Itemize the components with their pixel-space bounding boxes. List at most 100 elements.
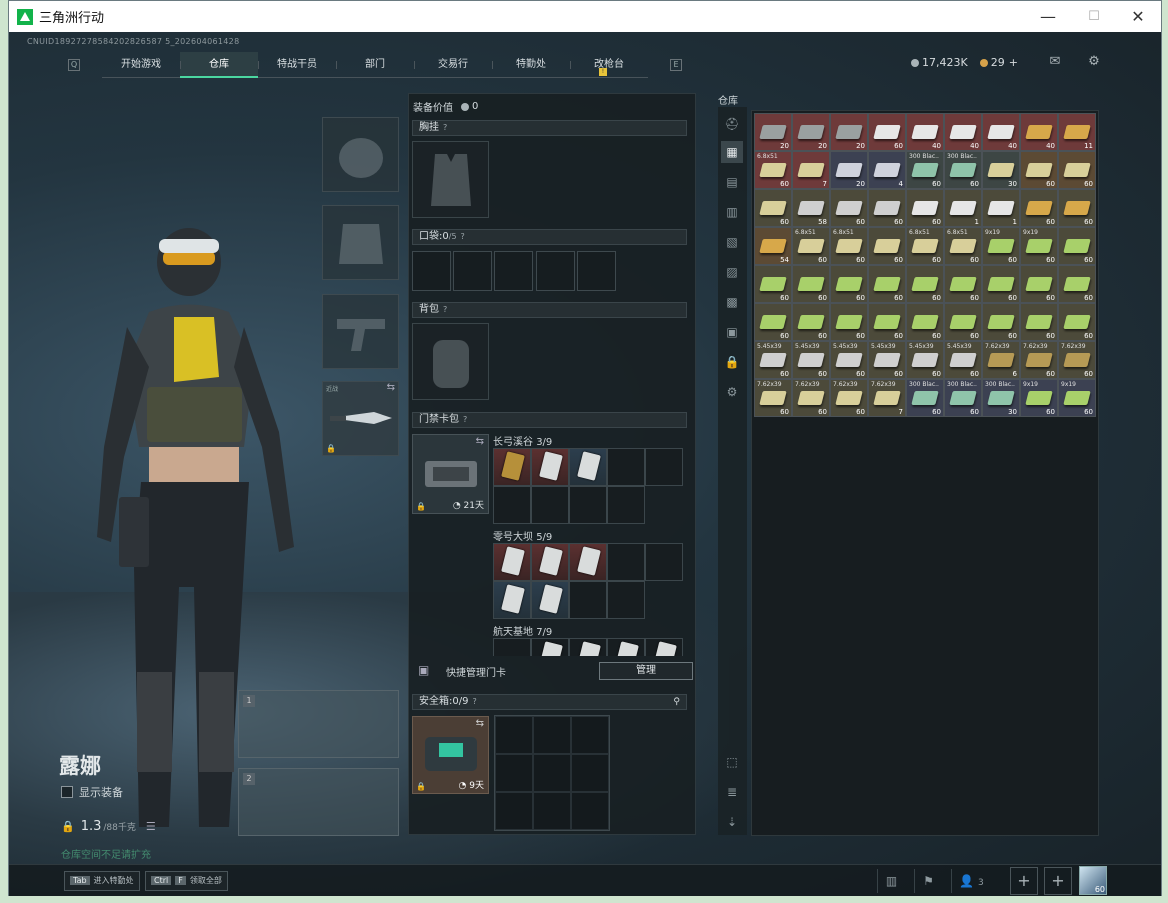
warehouse-item[interactable]: 60 xyxy=(868,265,906,303)
pocket-slot[interactable] xyxy=(412,251,451,291)
warehouse-item[interactable]: 11 xyxy=(1058,113,1096,151)
swap-icon[interactable]: ⇆ xyxy=(476,436,484,447)
warehouse-item[interactable]: 7.62x39 60 xyxy=(1058,341,1096,379)
filter-locked-icon[interactable]: 🔒 xyxy=(721,351,743,373)
pocket-slot[interactable] xyxy=(536,251,575,291)
help-icon[interactable]: ? xyxy=(461,232,465,241)
warehouse-item[interactable]: 60 xyxy=(982,265,1020,303)
nav-next-key[interactable]: E xyxy=(670,59,682,71)
keycard-cell[interactable] xyxy=(569,486,607,524)
minimize-button[interactable]: — xyxy=(1025,1,1071,32)
warehouse-item[interactable]: 6.8x51 60 xyxy=(906,227,944,265)
filter-meds-icon[interactable]: ▨ xyxy=(721,261,743,283)
warehouse-hint[interactable]: 仓库空间不足请扩充 xyxy=(61,846,151,861)
tab-start-game[interactable]: 开始游戏 xyxy=(102,52,180,78)
warehouse-item[interactable]: 60 xyxy=(792,265,830,303)
filter-loot-icon[interactable]: ▩ xyxy=(721,291,743,313)
warehouse-item[interactable]: 60 xyxy=(1058,189,1096,227)
tab-department[interactable]: 部门 xyxy=(336,52,414,78)
warehouse-item[interactable]: 300 Blac.. 30 xyxy=(982,379,1020,417)
warehouse-item[interactable]: 1 xyxy=(982,189,1020,227)
warehouse-item[interactable]: 5.45x39 60 xyxy=(906,341,944,379)
help-icon[interactable]: ? xyxy=(443,123,447,132)
helmet-slot[interactable] xyxy=(322,117,399,192)
filter-helmet-icon[interactable]: ⛑ xyxy=(721,113,743,135)
chest-rig-slot[interactable] xyxy=(412,141,489,218)
warehouse-item[interactable]: 60 xyxy=(1020,189,1058,227)
help-icon[interactable]: ? xyxy=(463,415,467,424)
warehouse-item[interactable]: 20 xyxy=(830,151,868,189)
keycard-cell[interactable] xyxy=(607,543,645,581)
add-currency-button[interactable]: + xyxy=(1009,56,1018,69)
nav-prev-key[interactable]: Q xyxy=(68,59,80,71)
warehouse-item[interactable]: 60 xyxy=(754,265,792,303)
warehouse-item[interactable]: 60 xyxy=(830,303,868,341)
warehouse-item[interactable]: 60 xyxy=(944,303,982,341)
warehouse-item[interactable]: 7.62x39 60 xyxy=(792,379,830,417)
warehouse-item[interactable]: 6.8x51 60 xyxy=(944,227,982,265)
warehouse-item[interactable]: 5.45x39 60 xyxy=(754,341,792,379)
warehouse-item[interactable]: 60 xyxy=(754,303,792,341)
warehouse-item[interactable]: 300 Blac.. 60 xyxy=(906,151,944,189)
keycard-cell[interactable] xyxy=(607,638,645,656)
tab-operators[interactable]: 特战干员 xyxy=(258,52,336,78)
pocket-slot[interactable] xyxy=(494,251,533,291)
warehouse-item[interactable]: 7 xyxy=(792,151,830,189)
armor-slot[interactable] xyxy=(322,205,399,280)
tab-special-ops[interactable]: 特勤处 xyxy=(492,52,570,78)
warehouse-item[interactable]: 60 xyxy=(906,189,944,227)
warehouse-item[interactable]: 7.62x39 60 xyxy=(1020,341,1058,379)
keycard-cell[interactable] xyxy=(569,581,607,619)
manage-button[interactable]: 管理 xyxy=(599,662,693,680)
friends-button[interactable]: 👤 3 xyxy=(951,869,991,893)
warehouse-item[interactable]: 7.62x39 6 xyxy=(982,341,1020,379)
keycard-cell[interactable] xyxy=(493,638,531,656)
warehouse-item[interactable]: 20 xyxy=(792,113,830,151)
show-equipment-toggle[interactable]: 显示装备 xyxy=(61,784,123,800)
warehouse-item[interactable]: 60 xyxy=(982,303,1020,341)
primary-weapon-slot[interactable]: 1 xyxy=(238,690,399,758)
warehouse-item[interactable]: 60 xyxy=(830,189,868,227)
warehouse-item[interactable]: 6.8x51 60 xyxy=(754,151,792,189)
warehouse-item[interactable]: 60 xyxy=(792,303,830,341)
hotkey-collect-all[interactable]: Ctrl F 领取全部 xyxy=(145,871,228,891)
warehouse-item[interactable]: 300 Blac.. 60 xyxy=(944,379,982,417)
filter-misc-icon[interactable]: ▣ xyxy=(721,321,743,343)
warehouse-item[interactable]: 60 xyxy=(868,113,906,151)
keycard-cell[interactable] xyxy=(645,543,683,581)
keycard-cell[interactable] xyxy=(531,638,569,656)
warehouse-item[interactable]: 40 xyxy=(982,113,1020,151)
filter-settings-icon[interactable]: ⚙ xyxy=(721,381,743,403)
warehouse-item[interactable]: 60 xyxy=(1058,227,1096,265)
filter-ammo-icon[interactable]: ▥ xyxy=(721,201,743,223)
tab-trading[interactable]: 交易行 xyxy=(414,52,492,78)
maximize-button[interactable]: ☐ xyxy=(1071,1,1117,32)
warehouse-item[interactable]: 7.62x39 60 xyxy=(754,379,792,417)
warehouse-item[interactable]: 5.45x39 60 xyxy=(944,341,982,379)
warehouse-expand-icon[interactable]: ⬚ xyxy=(721,751,743,773)
warehouse-item[interactable]: 40 xyxy=(906,113,944,151)
warehouse-item[interactable]: 60 xyxy=(830,265,868,303)
warehouse-item[interactable]: 9x19 60 xyxy=(1020,227,1058,265)
pocket-slot[interactable] xyxy=(453,251,492,291)
player-avatar[interactable]: 60 xyxy=(1079,866,1107,895)
warehouse-item[interactable]: 20 xyxy=(830,113,868,151)
show-equipment-checkbox[interactable] xyxy=(61,786,73,798)
keycard-cell[interactable] xyxy=(607,581,645,619)
keycard-cell[interactable] xyxy=(531,581,569,619)
warehouse-item[interactable]: 5.45x39 60 xyxy=(830,341,868,379)
warehouse-item[interactable]: 60 xyxy=(906,303,944,341)
filter-gear-icon[interactable]: ▧ xyxy=(721,231,743,253)
filter-weapons-icon[interactable]: ▤ xyxy=(721,171,743,193)
pin-icon[interactable]: ⚲ xyxy=(673,695,680,709)
warehouse-item[interactable]: 7.62x39 60 xyxy=(830,379,868,417)
keycard-cell[interactable] xyxy=(607,448,645,486)
warehouse-item[interactable]: 40 xyxy=(944,113,982,151)
tab-warehouse[interactable]: 仓库 xyxy=(180,52,258,78)
warehouse-item[interactable]: 6.8x51 60 xyxy=(792,227,830,265)
warehouse-item[interactable]: 30 xyxy=(982,151,1020,189)
list-icon[interactable]: ☰ xyxy=(146,820,156,833)
invite-slot-button[interactable]: + xyxy=(1010,867,1038,895)
close-button[interactable]: ✕ xyxy=(1115,1,1161,32)
keycard-cell[interactable] xyxy=(569,448,607,486)
